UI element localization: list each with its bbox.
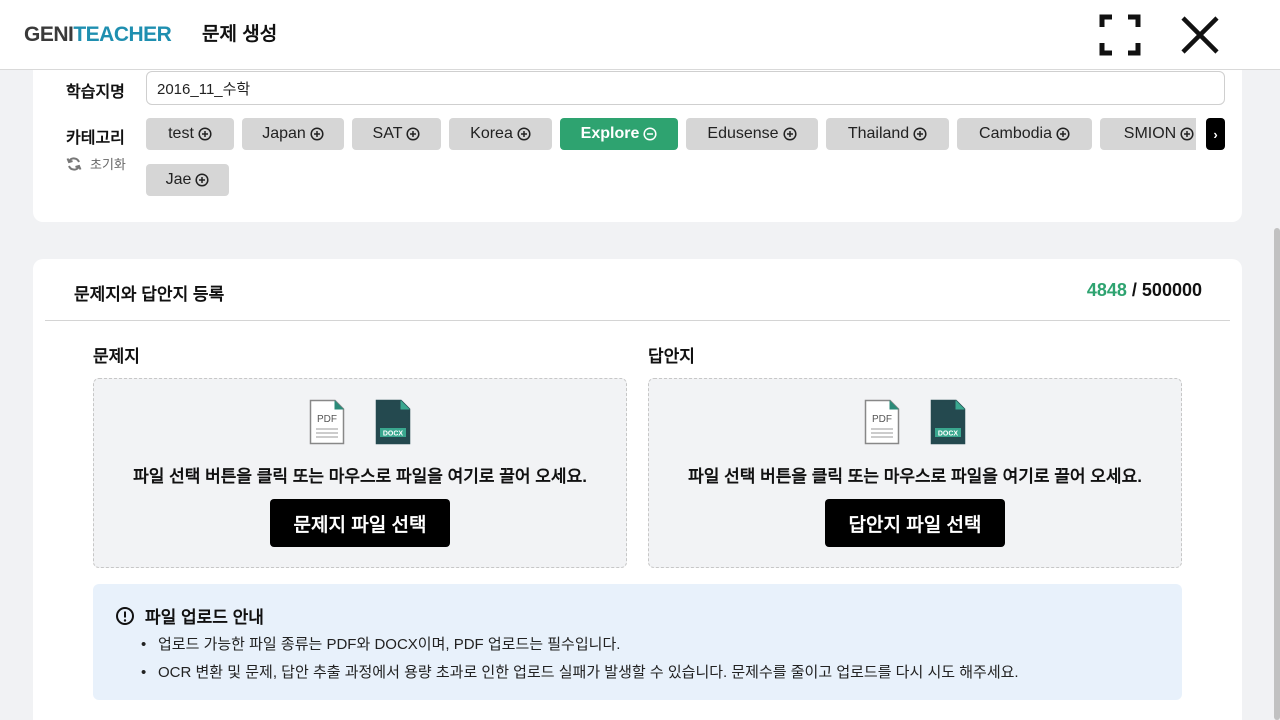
category-chip-sat[interactable]: SAT [352, 118, 441, 150]
chip-label: test [168, 125, 194, 142]
category-chip-test[interactable]: test [146, 118, 234, 150]
worksheet-name-input[interactable] [146, 71, 1225, 105]
notice-item: OCR 변환 및 문제, 답안 추출 과정에서 용량 초과로 인한 업로드 실패… [141, 659, 1019, 687]
plus-circle-icon [406, 127, 421, 141]
logo-part2: TEACHER [73, 23, 172, 46]
pdf-icon-label: PDF [317, 414, 337, 425]
logo-part1: GENI [24, 23, 74, 46]
drop-instruction: 파일 선택 버튼을 클릭 또는 마우스로 파일을 여기로 끌어 오세요. [133, 467, 587, 486]
plus-circle-icon [310, 127, 324, 141]
plus-circle-icon [1056, 127, 1070, 141]
question-sheet-label: 문제지 [93, 347, 140, 366]
notice-title: 파일 업로드 안내 [145, 608, 264, 627]
plus-circle-icon [195, 173, 209, 187]
question-dropzone[interactable]: PDF DOCX 파일 선택 버튼을 클릭 또는 마우스로 파일을 여기로 끌어… [93, 378, 627, 568]
plus-circle-icon [913, 127, 927, 141]
close-icon[interactable] [1179, 14, 1221, 56]
docx-file-icon: DOCX [930, 399, 966, 445]
chip-label: Korea [470, 125, 513, 142]
plus-circle-icon [517, 127, 531, 141]
category-chip-cambodia[interactable]: Cambodia [957, 118, 1092, 150]
chip-label: Explore [580, 125, 640, 142]
docx-icon-label: DOCX [383, 431, 404, 438]
page-title: 문제 생성 [202, 24, 278, 45]
notice-header: 파일 업로드 안내 [115, 603, 264, 628]
file-type-icons: PDF DOCX [94, 399, 626, 445]
fullscreen-icon[interactable] [1099, 14, 1141, 56]
app-logo: GENITEACHER [24, 22, 172, 48]
docx-file-icon: DOCX [375, 399, 411, 445]
chip-label: Edusense [707, 125, 779, 142]
pdf-file-icon: PDF [864, 399, 900, 445]
notice-item: 업로드 가능한 파일 종류는 PDF와 DOCX이며, PDF 업로드는 필수입… [141, 631, 1019, 659]
category-chip-list: test Japan SAT Korea Explore Edusense Th… [146, 118, 1196, 150]
register-title: 문제지와 답안지 등록 [74, 285, 225, 304]
file-type-icons: PDF DOCX [649, 399, 1181, 445]
usage-total: 500000 [1141, 280, 1202, 300]
chip-label: Japan [262, 125, 306, 142]
plus-circle-icon [783, 127, 797, 141]
category-chip-jae[interactable]: Jae [146, 164, 229, 196]
minus-circle-icon [643, 127, 657, 141]
pdf-icon-label: PDF [872, 414, 892, 425]
divider [45, 320, 1230, 321]
file-register-card: 문제지와 답안지 등록 4848 / 500000 문제지 PDF DOCX 파… [33, 259, 1242, 720]
notice-list: 업로드 가능한 파일 종류는 PDF와 DOCX이며, PDF 업로드는 필수입… [141, 631, 1019, 687]
chevron-right-icon[interactable]: › [1206, 118, 1225, 150]
chip-label: Thailand [847, 125, 910, 142]
chip-label: SMION [1123, 125, 1177, 142]
reset-button[interactable]: 초기화 [66, 154, 126, 173]
upload-notice: 파일 업로드 안내 업로드 가능한 파일 종류는 PDF와 DOCX이며, PD… [93, 584, 1182, 700]
drop-instruction: 파일 선택 버튼을 클릭 또는 마우스로 파일을 여기로 끌어 오세요. [688, 467, 1142, 486]
refresh-icon [66, 156, 82, 171]
usage-separator: / [1126, 280, 1142, 300]
pdf-file-icon: PDF [309, 399, 345, 445]
answer-sheet-label: 답안지 [648, 347, 695, 366]
chip-label: SAT [372, 125, 403, 142]
category-chip-explore[interactable]: Explore [560, 118, 678, 150]
category-chip-korea[interactable]: Korea [449, 118, 552, 150]
plus-circle-icon [198, 127, 212, 141]
category-chip-japan[interactable]: Japan [242, 118, 344, 150]
category-chip-thailand[interactable]: Thailand [826, 118, 949, 150]
scrollbar-thumb[interactable] [1274, 228, 1280, 720]
chip-label: Jae [165, 171, 192, 188]
worksheet-settings-card: 학습지명 카테고리 초기화 test Japan SAT Korea Explo [33, 70, 1242, 222]
category-chip-smion[interactable]: SMION [1100, 118, 1196, 150]
chip-label: Cambodia [979, 125, 1052, 142]
category-label: 카테고리 [66, 130, 125, 147]
usage-used: 4848 [1086, 280, 1127, 300]
plus-circle-icon [1180, 127, 1194, 141]
select-question-file-button[interactable]: 문제지 파일 선택 [270, 499, 450, 547]
category-chip-edusense[interactable]: Edusense [686, 118, 818, 150]
info-icon [116, 606, 134, 625]
select-answer-file-button[interactable]: 답안지 파일 선택 [825, 499, 1005, 547]
docx-icon-label: DOCX [938, 431, 959, 438]
worksheet-name-label: 학습지명 [66, 84, 125, 101]
reset-label: 초기화 [90, 157, 126, 172]
usage-counter: 4848 / 500000 [1087, 280, 1202, 301]
answer-dropzone[interactable]: PDF DOCX 파일 선택 버튼을 클릭 또는 마우스로 파일을 여기로 끌어… [648, 378, 1182, 568]
app-header: GENITEACHER 문제 생성 [0, 0, 1280, 70]
